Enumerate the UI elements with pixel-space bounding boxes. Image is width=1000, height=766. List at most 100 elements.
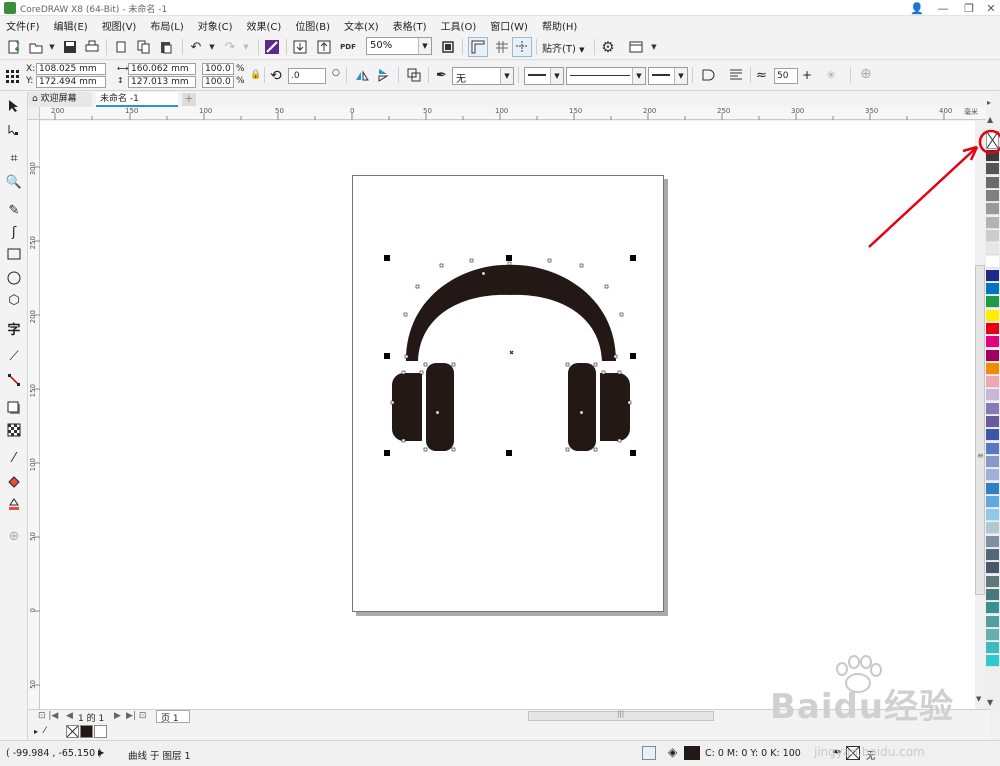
rectangle-tool-icon[interactable]	[4, 244, 24, 264]
options-gear-icon[interactable]: ⚙	[598, 37, 618, 57]
horizontal-ruler[interactable]: 200 150 100 50 0 50 100 150 200 250 300 …	[40, 107, 986, 120]
page-tab-1[interactable]: 页 1	[156, 710, 190, 724]
close-button[interactable]: ✕	[978, 0, 1000, 16]
palette-swatch[interactable]	[986, 602, 999, 615]
interactive-fill-icon[interactable]	[4, 472, 24, 492]
end-arrowhead-combo[interactable]: ▼	[648, 67, 688, 85]
menu-table[interactable]: 表格(T)	[393, 18, 427, 33]
palette-swatch[interactable]	[986, 296, 999, 309]
palette-menu-icon[interactable]: ▸	[34, 727, 38, 736]
no-color-swatch[interactable]	[66, 725, 79, 738]
crop-tool-icon[interactable]: ⌗	[4, 148, 24, 168]
palette-swatch[interactable]	[986, 429, 999, 442]
color-proof-icon[interactable]	[642, 746, 656, 760]
menu-window[interactable]: 窗口(W)	[490, 18, 528, 33]
zoom-level-combo[interactable]: 50% ▼	[366, 37, 432, 55]
palette-swatch[interactable]	[986, 575, 999, 588]
save-icon[interactable]	[60, 37, 80, 57]
artistic-media-icon[interactable]: ʃ	[4, 222, 24, 242]
copy-icon[interactable]	[134, 37, 154, 57]
show-grid-icon[interactable]	[492, 37, 512, 57]
new-document-icon[interactable]	[4, 37, 24, 57]
last-page-icon[interactable]: ▶| ⊡	[126, 711, 146, 721]
tab-welcome-screen[interactable]: ⌂ 欢迎屏幕	[28, 92, 92, 107]
add-icon[interactable]: ⊕	[860, 66, 872, 82]
fill-color-swatch[interactable]	[684, 746, 700, 760]
palette-swatch[interactable]	[986, 416, 999, 428]
menu-help[interactable]: 帮助(H)	[542, 18, 577, 33]
import-icon[interactable]	[290, 37, 310, 57]
account-icon[interactable]: 👤	[904, 0, 930, 16]
menu-file[interactable]: 文件(F)	[6, 18, 40, 33]
freehand-tool-icon[interactable]: ✎	[4, 200, 24, 220]
tab-untitled-document[interactable]: 未命名 -1	[96, 92, 178, 107]
horizontal-scrollbar[interactable]: |||	[528, 710, 714, 721]
parallel-dimension-icon[interactable]: ⟋	[4, 346, 24, 366]
palette-swatch[interactable]	[986, 549, 999, 561]
palette-swatch[interactable]	[986, 469, 999, 482]
full-screen-icon[interactable]	[438, 37, 458, 57]
reference-point-icon[interactable]	[4, 68, 20, 84]
ellipse-tool-icon[interactable]	[4, 268, 24, 288]
mirror-horizontal-icon[interactable]	[352, 65, 372, 85]
show-rulers-icon[interactable]	[468, 37, 488, 57]
palette-swatch[interactable]	[986, 455, 999, 468]
publish-pdf-icon[interactable]: PDF	[338, 37, 358, 57]
start-arrowhead-combo[interactable]: ▼	[524, 67, 564, 85]
palette-swatch[interactable]	[986, 256, 999, 269]
vertical-scrollbar[interactable]: ≡	[975, 265, 985, 595]
corel-connect-icon[interactable]	[262, 37, 282, 57]
x-position-field[interactable]: 108.025 mm	[36, 63, 106, 75]
palette-swatch[interactable]	[986, 562, 999, 575]
scroll-down-icon[interactable]: ▼	[976, 695, 981, 703]
palette-swatch[interactable]	[986, 269, 999, 282]
application-launcher-icon[interactable]	[626, 37, 646, 57]
launcher-dropdown-icon[interactable]: ▼	[644, 37, 664, 57]
first-page-icon[interactable]: ⊡ |◀	[38, 711, 58, 721]
plus-icon[interactable]: +	[802, 68, 812, 82]
scale-width-field[interactable]: 100.0	[202, 63, 234, 75]
undo-dropdown-icon[interactable]: ▼	[202, 37, 222, 57]
status-expand-icon[interactable]: ▶	[98, 748, 104, 757]
pick-tool-icon[interactable]	[4, 96, 24, 116]
palette-swatch[interactable]	[986, 655, 999, 668]
rotation-field[interactable]: .0	[288, 68, 326, 84]
scale-height-field[interactable]: 100.0	[202, 76, 234, 88]
drawing-canvas[interactable]	[40, 121, 975, 709]
combine-icon[interactable]	[404, 65, 424, 85]
palette-expand-icon[interactable]: ▸	[987, 98, 991, 107]
print-icon[interactable]	[82, 37, 102, 57]
palette-swatch[interactable]	[986, 522, 999, 535]
eyedropper-tool-icon[interactable]: ⁄	[4, 448, 24, 468]
palette-swatch[interactable]	[986, 495, 999, 508]
palette-swatch[interactable]	[986, 362, 999, 375]
palette-swatch[interactable]	[986, 389, 999, 402]
menu-tools[interactable]: 工具(O)	[441, 18, 477, 33]
black-swatch[interactable]	[80, 725, 93, 738]
palette-scroll-down-icon[interactable]: ▼	[987, 698, 993, 707]
palette-swatch[interactable]	[986, 322, 999, 335]
palette-swatch[interactable]	[986, 349, 999, 362]
lock-ratio-icon[interactable]: 🔒	[250, 70, 261, 80]
palette-swatch[interactable]	[986, 588, 999, 601]
show-guidelines-icon[interactable]	[512, 37, 532, 57]
smart-fill-icon[interactable]	[4, 494, 24, 514]
palette-swatch[interactable]	[986, 628, 999, 641]
cut-icon[interactable]	[112, 37, 132, 57]
white-swatch[interactable]	[94, 725, 107, 738]
line-style-combo[interactable]: ▼	[566, 67, 646, 85]
paste-icon[interactable]	[156, 37, 176, 57]
shape-tool-icon[interactable]	[4, 120, 24, 140]
menu-layout[interactable]: 布局(L)	[150, 18, 183, 33]
text-wrap-icon[interactable]	[726, 65, 746, 85]
menu-view[interactable]: 视图(V)	[102, 18, 137, 33]
eyedropper-icon[interactable]: ⁄	[44, 726, 46, 736]
new-tab-button[interactable]: +	[182, 93, 196, 106]
polygon-tool-icon[interactable]: ⬡	[4, 290, 24, 310]
smoothing-field[interactable]: 50	[774, 68, 798, 84]
palette-swatch[interactable]	[986, 402, 999, 415]
close-curve-icon[interactable]	[698, 65, 718, 85]
open-dropdown-icon[interactable]: ▼	[42, 37, 62, 57]
palette-swatch[interactable]	[986, 336, 999, 349]
y-position-field[interactable]: 172.494 mm	[36, 76, 106, 88]
